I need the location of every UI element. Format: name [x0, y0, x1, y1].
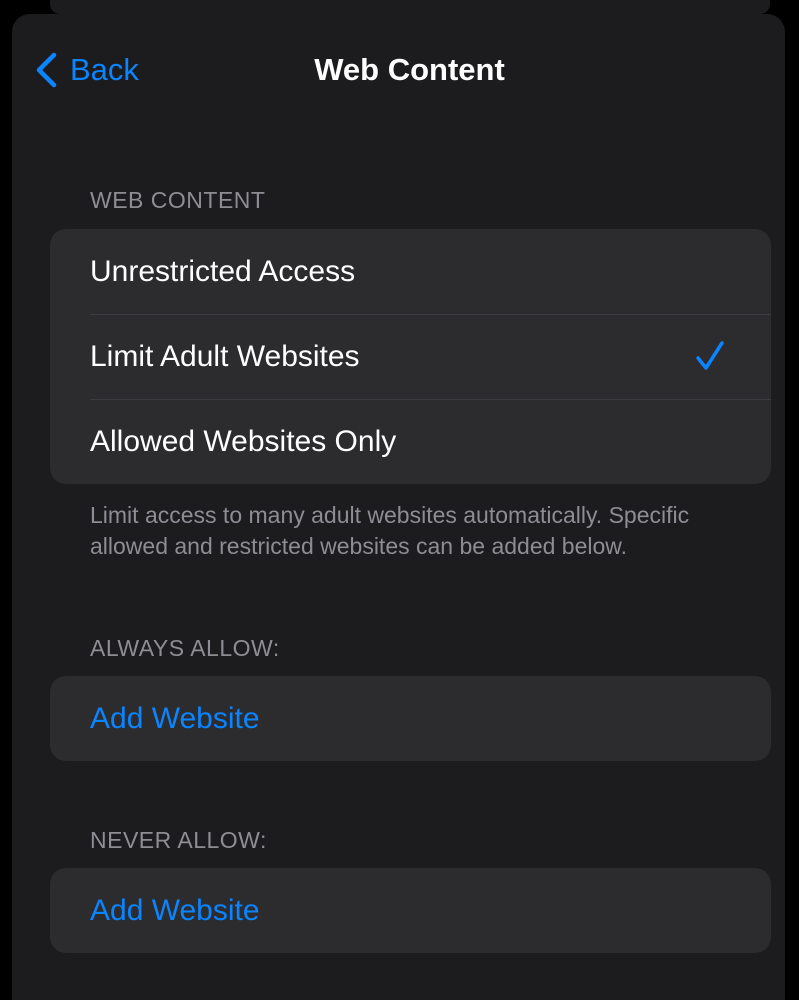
- page-title: Web Content: [314, 52, 505, 87]
- always-allow-group: Add Website: [50, 676, 771, 761]
- option-label: Allowed Websites Only: [90, 424, 397, 458]
- option-allowed-websites-only[interactable]: Allowed Websites Only: [50, 399, 771, 484]
- option-limit-adult-websites[interactable]: Limit Adult Websites: [50, 314, 771, 399]
- section-header-web-content: WEB CONTENT: [90, 187, 266, 213]
- option-label: Unrestricted Access: [90, 254, 356, 288]
- web-content-sheet: Back Web Content WEB CONTENT Unrestricte…: [12, 14, 785, 1000]
- add-website-label: Add Website: [90, 893, 260, 927]
- add-website-label: Add Website: [90, 701, 260, 735]
- option-unrestricted-access[interactable]: Unrestricted Access: [50, 229, 771, 314]
- web-content-footer-description: Limit access to many adult websites auto…: [90, 502, 690, 559]
- screen: Back Web Content WEB CONTENT Unrestricte…: [0, 0, 799, 1000]
- checkmark-icon: [696, 341, 724, 370]
- background-sheet-edge: [50, 0, 770, 14]
- never-allow-group: Add Website: [50, 868, 771, 953]
- option-label: Limit Adult Websites: [90, 339, 360, 373]
- always-allow-add-website-button[interactable]: Add Website: [50, 676, 771, 761]
- section-header-always-allow: ALWAYS ALLOW:: [90, 635, 280, 661]
- navigation-bar: Back Web Content: [12, 14, 785, 124]
- section-header-never-allow: NEVER ALLOW:: [90, 827, 267, 853]
- web-content-options-group: Unrestricted Access Limit Adult Websites…: [50, 229, 771, 484]
- never-allow-add-website-button[interactable]: Add Website: [50, 868, 771, 953]
